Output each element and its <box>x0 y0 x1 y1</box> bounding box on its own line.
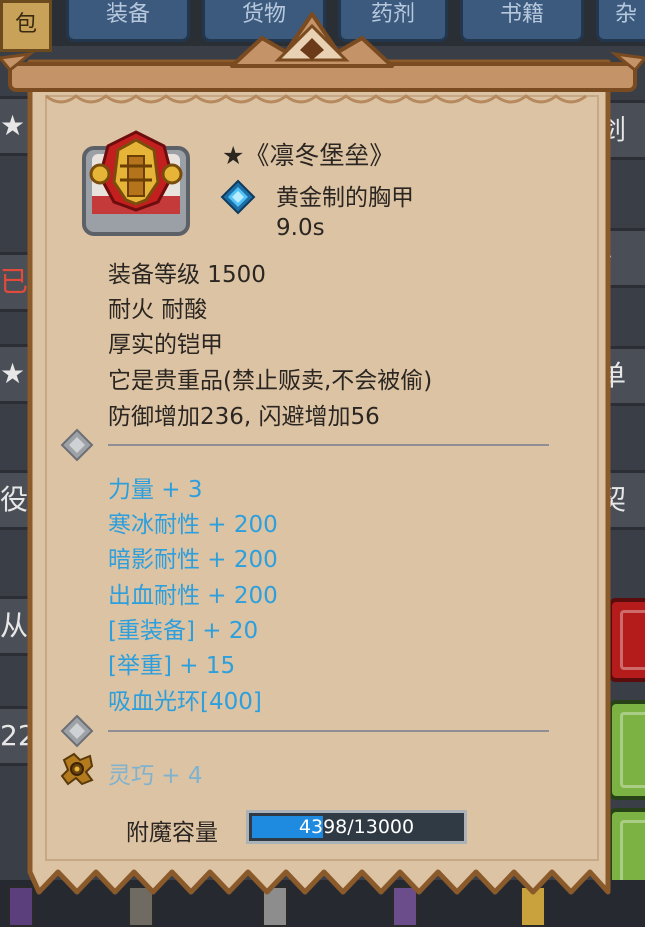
section-divider <box>108 730 549 732</box>
stat-line: [举重] + 15 <box>108 653 236 679</box>
stat-line: 出血耐性 + 200 <box>108 583 278 609</box>
chest-armor-icon <box>82 130 190 236</box>
stat-line: 力量 + 3 <box>108 477 203 503</box>
capacity-text: 4398/13000 <box>298 816 415 838</box>
enchant-stat: 灵巧 + 4 <box>108 763 203 789</box>
section-divider <box>108 444 549 446</box>
item-type: 黄金制的胸甲 <box>276 185 414 211</box>
capacity-label: 附魔容量 <box>126 820 218 846</box>
stat-line: 暗影耐性 + 200 <box>108 547 278 573</box>
blue-diamond-icon <box>220 179 256 215</box>
defense-line: 防御增加236, 闪避增加56 <box>108 404 380 430</box>
stat-line: 寒冰耐性 + 200 <box>108 512 278 538</box>
gear-rune-icon <box>60 752 94 786</box>
stat-line: 吸血光环[400] <box>108 689 262 715</box>
item-name: ★《凛冬堡垒》 <box>222 141 395 170</box>
valuable-note: 它是贵重品(禁止贩卖,不会被偷) <box>108 368 433 394</box>
stat-line: [重装备] + 20 <box>108 618 259 644</box>
gray-diamond-icon <box>60 714 94 748</box>
item-tooltip-content: ★《凛冬堡垒》 黄金制的胸甲 9.0s 装备等级 1500 耐火 耐酸 厚实的铠… <box>0 0 645 927</box>
gray-diamond-icon <box>60 428 94 462</box>
enchant-capacity-bar: 4398/13000 <box>246 810 467 844</box>
item-trait: 厚实的铠甲 <box>108 332 223 358</box>
equip-level: 装备等级 1500 <box>108 262 266 288</box>
resistance-tags: 耐火 耐酸 <box>108 297 208 323</box>
item-time: 9.0s <box>276 215 325 241</box>
